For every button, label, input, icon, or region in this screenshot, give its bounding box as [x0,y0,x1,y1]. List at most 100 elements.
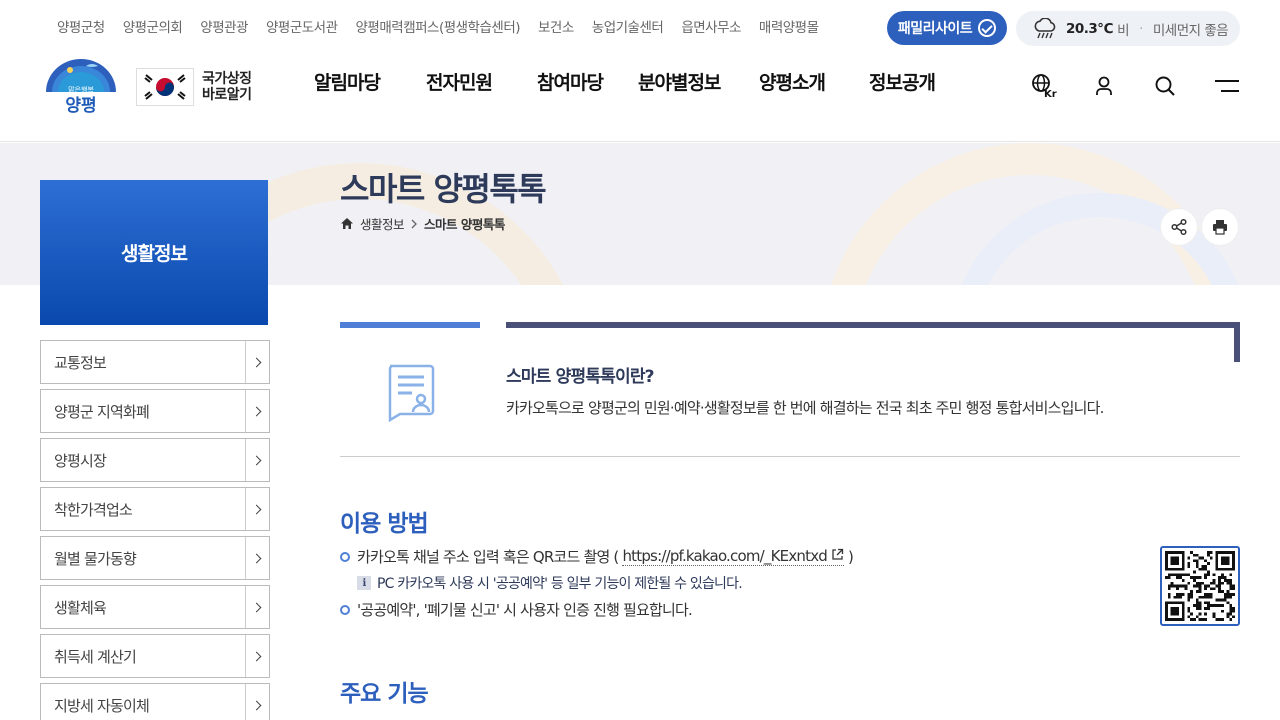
qr-code-icon [1165,551,1235,621]
chevron-right-icon [245,439,269,481]
usage-bullet-2-text: '공공예약', '폐기물 신고' 시 사용자 인증 진행 필요합니다. [357,601,693,619]
sidebar-item-label: 취득세 계산기 [54,647,137,666]
family-site-button[interactable]: 패밀리사이트 [887,11,1007,45]
search-button[interactable] [1151,72,1179,100]
print-button[interactable] [1202,209,1238,245]
utility-bar: 양평군청 양평군의회 양평관광 양평군도서관 양평매력캠퍼스(평생학습센터) 보… [0,0,1280,52]
globe-icon: Kr [1032,74,1057,100]
sidebar-item-local-currency[interactable]: 양평군 지역화폐 [40,389,270,433]
qr-code-image [1160,546,1240,626]
hamburger-menu-icon [1215,80,1239,92]
bullet-circle-icon [340,551,350,562]
document-user-icon [388,364,435,422]
top-link-campus[interactable]: 양평매력캠퍼스(평생학습센터) [347,16,530,36]
breadcrumb-item[interactable]: 생활정보 [360,214,405,233]
bullet-circle-icon [340,604,350,615]
weather-widget: 20.3℃ 비 · 미세먼지 좋음 [1016,11,1240,46]
share-icon [1171,218,1187,236]
gnb-notices[interactable]: 알림마당 [314,68,426,95]
weather-separator: · [1139,20,1143,37]
chevron-right-icon [245,537,269,579]
sidebar-item-label: 교통정보 [54,353,107,372]
chevron-right-icon [245,341,269,383]
info-icon: i [357,576,371,590]
sidebar-item-tax-calculator[interactable]: 취득세 계산기 [40,634,270,678]
intro-heading: 스마트 양평톡톡이란? [506,367,655,387]
top-link-town-offices[interactable]: 읍면사무소 [672,16,750,36]
sidebar-item-price-trends[interactable]: 월별 물가동향 [40,536,270,580]
top-link-health-center[interactable]: 보건소 [529,16,583,36]
national-symbol-link[interactable]: 국가상징 바로알기 [136,67,260,107]
breadcrumb-current: 스마트 양평톡톡 [424,217,505,232]
chevron-right-icon [245,635,269,677]
top-link-library[interactable]: 양평군도서관 [257,16,347,36]
search-icon [1155,76,1175,96]
rain-cloud-icon [1034,17,1056,38]
svg-text:맑은행복: 맑은행복 [68,85,94,94]
site-header: 맑은행복 양평 국가상징 바로알기 알림마당 전자민원 참여마당 분야별정보 양… [0,52,1280,142]
external-link-icon [832,548,844,560]
chevron-right-icon [245,586,269,628]
usage-bullet-2: '공공예약', '폐기물 신고' 시 사용자 인증 진행 필요합니다. [340,599,693,620]
breadcrumb: 생활정보 스마트 양평톡톡 [340,214,505,233]
sidebar-menu: 교통정보 양평군 지역화폐 양평시장 착한가격업소 월별 물가동향 생활체육 취… [40,340,270,720]
home-icon[interactable] [340,217,354,230]
svg-text:양평: 양평 [65,96,96,116]
gnb-about[interactable]: 양평소개 [759,68,869,95]
chevron-right-icon [245,488,269,530]
language-button[interactable]: Kr [1030,72,1058,100]
user-icon [1096,76,1112,95]
sidebar-item-label: 지방세 자동이체 [54,696,150,715]
usage-bullet-1-suffix: ) [847,547,854,566]
usage-section-title: 이용 방법 [340,511,429,537]
printer-icon [1213,220,1227,235]
sidebar-item-good-price-shops[interactable]: 착한가격업소 [40,487,270,531]
national-symbol-line2: 바로알기 [202,87,252,103]
national-symbol-text: 국가상징 바로알기 [202,71,252,103]
weather-temp: 20.3℃ [1066,20,1114,37]
intro-description: 카카오톡으로 양평군의 민원·예약·생활정보를 한 번에 해결하는 전국 최초 … [506,399,1104,417]
taegukgi-icon [136,68,194,106]
gnb-e-civil[interactable]: 전자민원 [426,68,537,95]
chevron-right-icon [245,684,269,720]
top-link-council[interactable]: 양평군의회 [114,16,192,36]
check-circle-icon [978,19,997,37]
features-section-title: 주요 기능 [340,681,429,707]
intro-box: 스마트 양평톡톡이란? 카카오톡으로 양평군의 민원·예약·생활정보를 한 번에… [340,322,1240,457]
top-link-county-office[interactable]: 양평군청 [48,16,114,36]
top-link-agri-center[interactable]: 농업기술센터 [583,16,673,36]
weather-condition: 비 [1117,22,1130,39]
national-symbol-line1: 국가상징 [202,71,252,87]
top-links: 양평군청 양평군의회 양평관광 양평군도서관 양평매력캠퍼스(평생학습센터) 보… [48,16,828,36]
site-logo[interactable]: 맑은행복 양평 [42,54,120,116]
top-link-tourism[interactable]: 양평관광 [191,16,257,36]
fine-dust-status: 미세먼지 좋음 [1152,22,1229,39]
sidebar-item-label: 생활체육 [54,598,107,617]
sidebar-item-label: 양평군 지역화폐 [54,402,150,421]
sidebar-item-sports[interactable]: 생활체육 [40,585,270,629]
share-button[interactable] [1161,209,1197,245]
gnb-field-info[interactable]: 분야별정보 [638,68,759,95]
usage-note: i PC 카카오톡 사용 시 '공공예약' 등 일부 기능이 제한될 수 있습니… [357,573,743,593]
kakao-channel-link[interactable]: https://pf.kakao.com/_KExntxd [622,547,844,566]
intro-accent-bar [340,322,480,328]
sidebar-item-auto-debit[interactable]: 지방세 자동이체 [40,683,270,720]
sidebar-item-traffic[interactable]: 교통정보 [40,340,270,384]
chevron-right-icon [245,390,269,432]
sidebar-title: 생활정보 [40,180,268,325]
menu-button[interactable] [1212,72,1242,100]
gnb-participation[interactable]: 참여마당 [537,68,638,95]
login-button[interactable] [1090,72,1118,100]
yangpyeong-logo-icon: 맑은행복 양평 [46,59,116,116]
main-navigation: 알림마당 전자민원 참여마당 분야별정보 양평소개 정보공개 [314,68,936,95]
family-site-label: 패밀리사이트 [897,21,973,37]
sidebar-item-market[interactable]: 양평시장 [40,438,270,482]
intro-corner-bar [1234,322,1240,362]
top-link-mall[interactable]: 매력양평몰 [750,16,828,36]
page-title: 스마트 양평톡톡 [340,170,547,208]
gnb-disclosure[interactable]: 정보공개 [869,68,936,95]
intro-top-bar [506,322,1240,328]
usage-note-text: PC 카카오톡 사용 시 '공공예약' 등 일부 기능이 제한될 수 있습니다. [377,576,743,592]
usage-bullet-1-prefix: 카카오톡 채널 주소 입력 혹은 QR코드 촬영 ( [357,548,619,566]
kakao-channel-url: https://pf.kakao.com/_KExntxd [622,547,827,565]
